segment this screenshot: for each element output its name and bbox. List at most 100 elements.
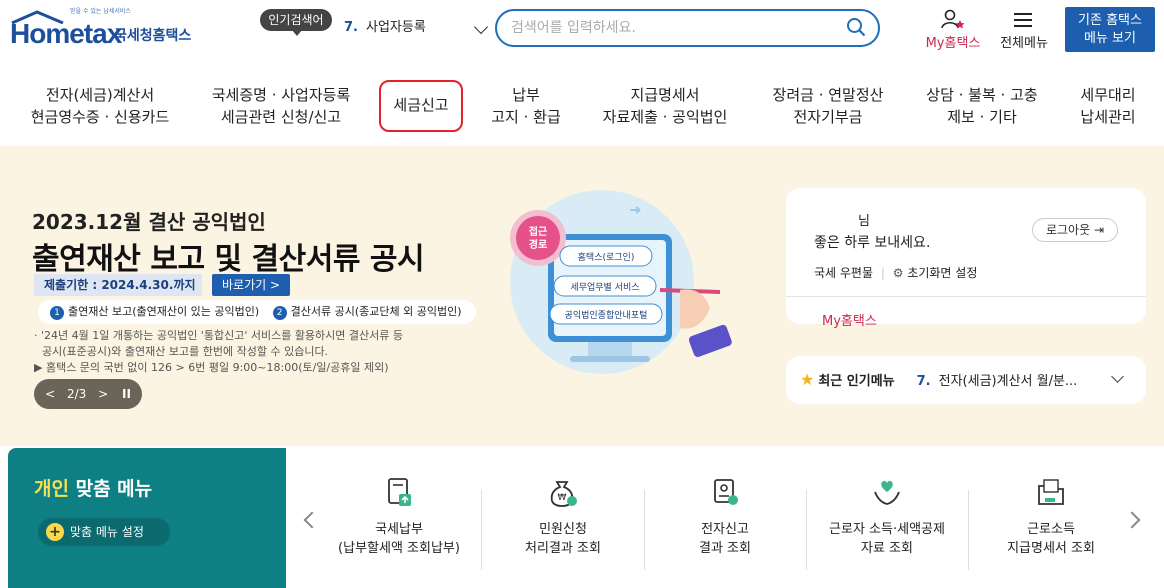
nav-sublabel: 세금관련 신청/신고 [220, 108, 342, 126]
user-card: 님 좋은 하루 보내세요. 로그아웃 ⇥ 국세 우편물 | ⚙ 초기화면 설정 … [786, 188, 1146, 329]
banner-notes: · '24년 4월 1일 개통하는 공익법인 '통합신고' 서비스를 활용하시면… [34, 328, 474, 376]
service-label: 전자신고 [701, 522, 749, 537]
logo-brand: Hometax [10, 18, 122, 49]
number-2-icon: 2 [272, 306, 287, 320]
heart-hands-icon [874, 480, 900, 505]
service-label: 국세납부 [375, 522, 423, 537]
service-deduction[interactable]: 근로자 소득·세액공제 자료 조회 [812, 476, 962, 558]
popular-rank: 7. [344, 20, 358, 35]
logo-name: 국세청홈택스 [114, 28, 192, 44]
banner-note: 공시(표준공시)와 출연재산 보고를 한번에 작성할 수 있습니다. [42, 345, 329, 358]
banner-illustration: 접근 경로 홈택스(로그인) 세무업무별 서비스 공익법인종합안내포털 [510, 190, 732, 374]
personal-menu-setting-button[interactable]: + 맞춤 메뉴 설정 [38, 518, 170, 546]
banner-note: · '24년 4월 1일 개통하는 공익법인 '통합신고' 서비스를 활용하시면… [34, 329, 404, 342]
all-menu-label: 전체메뉴 [1000, 36, 1048, 51]
banner-deadline: 제출기한 : 2024.4.30.까지 [34, 274, 202, 296]
nav-sublabel: 납세관리 [1080, 108, 1136, 126]
mailbox-link[interactable]: 국세 우편물 [814, 266, 873, 280]
nav-label: 상담 · 불복 · 고충 [926, 86, 1038, 104]
chevron-down-icon [473, 19, 489, 35]
service-tax-payment[interactable]: 국세납부 (납부할세액 조회납부) [324, 476, 474, 558]
service-earned-income[interactable]: 근로소득 지급명세서 조회 [976, 476, 1126, 558]
nav-label: 전자(세금)계산서 [45, 86, 155, 104]
user-icon [941, 9, 965, 29]
banner-go-button[interactable]: 바로가기 > [212, 274, 290, 296]
service-sublabel: 지급명세서 조회 [1007, 541, 1095, 556]
nav-sublabel: 자료제출 · 공익법인 [602, 108, 728, 126]
hometax-logo[interactable]: 믿을 수 있는 납세서비스 Hometax 국세청홈택스 [10, 6, 210, 50]
nav-payment-statement[interactable]: 지급명세서자료제출 · 공익법인 [590, 84, 740, 128]
recent-popular-menu[interactable]: ★ 최근 인기메뉴 7. 전자(세금)계산서 월/분... [786, 356, 1146, 404]
my-hometax-label: My홈택스 [925, 36, 981, 51]
service-civil-complaint[interactable]: ₩ 민원신청처리결과 조회 [488, 476, 638, 558]
chevron-left-icon[interactable] [303, 511, 321, 529]
personal-menu-title-rest: 맞춤 메뉴 [68, 478, 153, 500]
nav-tax-agent[interactable]: 세무대리납세관리 [1066, 84, 1150, 128]
logo-slogan: 믿을 수 있는 납세서비스 [70, 8, 131, 15]
banner-headline: 출연재산 보고 및 결산서류 공시 [32, 242, 425, 277]
divider [644, 490, 645, 570]
nav-tax-return[interactable]: 세금신고 [379, 94, 463, 116]
svg-text:접근: 접근 [529, 226, 547, 238]
old-menu-line1: 기존 홈택스 [1078, 13, 1142, 28]
nav-payment[interactable]: 납부고지 · 환급 [478, 84, 574, 128]
all-menu-button[interactable]: 전체메뉴 [995, 8, 1053, 52]
nav-label: 세금신고 [393, 96, 449, 114]
chevron-right-icon[interactable]: > [98, 387, 108, 401]
pause-icon[interactable]: II [122, 387, 131, 401]
my-hometax-button[interactable]: My홈택스 [918, 8, 988, 52]
nav-sublabel: 고지 · 환급 [491, 108, 561, 126]
svg-text:₩: ₩ [558, 493, 567, 503]
nav-certificate[interactable]: 국세증명 · 사업자등록 세금관련 신청/신고 [196, 84, 366, 128]
personal-menu-panel: 개인 맞춤 메뉴 + 맞춤 메뉴 설정 [8, 448, 286, 588]
nav-sublabel: 전자기부금 [793, 108, 863, 126]
banner-items: 1 출연재산 보고(출연재산이 있는 공익법인) 2 결산서류 공시(종교단체 외 … [38, 300, 476, 324]
service-sublabel: 자료 조회 [861, 541, 913, 556]
popular-search-select[interactable]: 7. 사업자등록 [336, 12, 492, 44]
service-label: 민원신청 [539, 522, 587, 537]
svg-text:세무업무별 서비스: 세무업무별 서비스 [570, 282, 639, 293]
banner-title: 2023.12월 결산 공익법인 [32, 210, 266, 234]
banner-pager[interactable]: < 2/3 > II [34, 379, 142, 409]
chevron-down-icon[interactable] [1111, 370, 1124, 383]
search-icon[interactable] [846, 17, 866, 37]
home-setting-link[interactable]: 초기화면 설정 [907, 266, 977, 280]
pager-count: 2/3 [66, 387, 87, 401]
old-hometax-menu-button[interactable]: 기존 홈택스 메뉴 보기 [1065, 7, 1155, 52]
service-sublabel: 처리결과 조회 [525, 541, 601, 556]
nav-e-invoice[interactable]: 전자(세금)계산서 현금영수증 · 신용카드 [22, 84, 178, 128]
number-1-icon: 1 [50, 306, 64, 320]
money-bag-icon: ₩ [550, 481, 577, 507]
hamburger-icon [1014, 13, 1032, 27]
old-menu-line2: 메뉴 보기 [1084, 31, 1136, 46]
nav-label: 세무대리 [1080, 86, 1136, 104]
service-e-filing[interactable]: 전자신고결과 조회 [650, 476, 800, 558]
personal-menu-setting-label: 맞춤 메뉴 설정 [70, 525, 144, 539]
nav-incentive[interactable]: 장려금 · 연말정산전자기부금 [758, 84, 898, 128]
chevron-right-icon[interactable] [1123, 511, 1141, 529]
nav-consulting[interactable]: 상담 · 불복 · 고충제보 · 기타 [912, 84, 1052, 128]
recent-title: 최근 인기메뉴 [818, 374, 895, 389]
banner-item-1: 출연재산 보고(출연재산이 있는 공익법인) [68, 305, 260, 318]
nav-sublabel: 제보 · 기타 [947, 108, 1017, 126]
banner-note: ▶ 홈택스 문의 국번 없이 126 > 6번 평일 9:00~18:00(토/… [34, 361, 389, 374]
nav-label: 장려금 · 연말정산 [772, 86, 884, 104]
nav-label: 지급명세서 [630, 86, 700, 104]
star-icon: ★ [800, 370, 815, 389]
search-box [495, 9, 880, 47]
recent-text: 전자(세금)계산서 월/분... [938, 374, 1078, 389]
search-input[interactable] [511, 17, 831, 39]
popular-keyword: 사업자등록 [365, 20, 426, 35]
logout-icon: ⇥ [1093, 223, 1105, 237]
logout-label: 로그아웃 [1045, 223, 1091, 237]
card-my-hometax-link[interactable]: My홈택스 [822, 310, 877, 329]
document-upload-icon [388, 478, 411, 506]
logout-button[interactable]: 로그아웃 ⇥ [1032, 218, 1118, 242]
service-sublabel: 결과 조회 [699, 541, 751, 556]
divider [968, 490, 969, 570]
nav-label: 납부 [512, 86, 540, 104]
divider [786, 296, 1146, 297]
divider [481, 490, 482, 570]
chevron-left-icon[interactable]: < [45, 387, 55, 401]
personal-menu-title: 개인 맞춤 메뉴 [34, 474, 152, 501]
